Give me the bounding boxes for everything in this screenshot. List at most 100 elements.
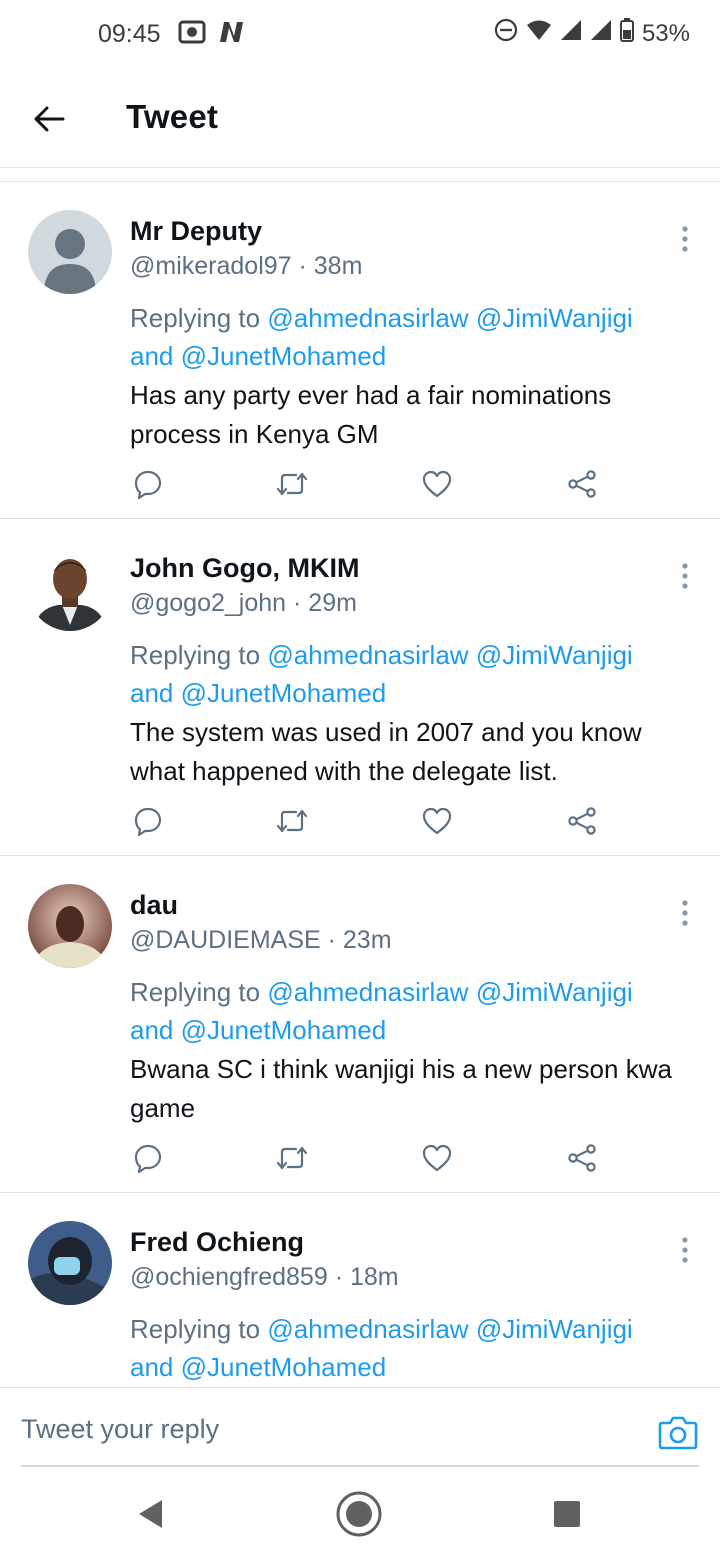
- status-bar: 09:45 53%: [0, 0, 720, 68]
- retweet-icon: [276, 809, 308, 833]
- share-icon: [568, 1144, 596, 1172]
- wifi-icon: [526, 19, 552, 48]
- signal-icon: [560, 19, 582, 48]
- more-vertical-icon: [682, 1237, 688, 1263]
- avatar[interactable]: [28, 1221, 112, 1305]
- tweet-actions: [130, 466, 610, 502]
- like-button[interactable]: [419, 803, 455, 839]
- battery-percent: 53%: [641, 19, 690, 47]
- mention-link[interactable]: @ahmednasirlaw: [267, 977, 468, 1007]
- tweet-item[interactable]: dau @DAUDIEMASE · 23m Replying to @ahmed…: [0, 856, 720, 1193]
- reply-icon: [134, 1144, 162, 1173]
- square-recents-icon: [554, 1501, 580, 1527]
- share-icon: [568, 470, 596, 498]
- and-label: and: [130, 678, 181, 708]
- replying-to: Replying to @ahmednasirlaw @JimiWanjigi a…: [130, 636, 700, 712]
- tweet-actions: [130, 1140, 610, 1176]
- signal-icon: [590, 19, 612, 48]
- reply-input[interactable]: Tweet your reply: [21, 1414, 219, 1445]
- author-name[interactable]: John Gogo, MKIM: [130, 553, 359, 584]
- author-name[interactable]: dau: [130, 890, 178, 921]
- mention-link[interactable]: @ahmednasirlaw: [267, 640, 468, 670]
- more-options-button[interactable]: [668, 224, 702, 254]
- app-header: Tweet: [0, 68, 720, 168]
- replying-label: Replying to: [130, 977, 268, 1007]
- more-vertical-icon: [682, 226, 688, 252]
- tweet-item[interactable]: Mr Deputy @mikeradol97 · 38m Replying to…: [0, 182, 720, 519]
- retweet-icon: [276, 472, 308, 496]
- nav-home-button[interactable]: [334, 1489, 384, 1539]
- photo-icon: [178, 20, 206, 49]
- author-handle: @ochiengfred859 · 18m: [130, 1263, 399, 1291]
- retweet-button[interactable]: [274, 1140, 310, 1176]
- camera-icon: [658, 1416, 698, 1450]
- mention-link[interactable]: @JimiWanjigi: [476, 303, 633, 333]
- more-vertical-icon: [682, 563, 688, 589]
- replying-label: Replying to: [130, 1314, 268, 1344]
- author-name[interactable]: Fred Ochieng: [130, 1227, 304, 1258]
- and-label: and: [130, 1015, 181, 1045]
- tweet-actions: [130, 803, 610, 839]
- share-icon: [568, 807, 596, 835]
- replying-to: Replying to @ahmednasirlaw @JimiWanjigi a…: [130, 1310, 700, 1386]
- share-button[interactable]: [564, 1140, 600, 1176]
- replying-to: Replying to @ahmednasirlaw @JimiWanjigi a…: [130, 973, 700, 1049]
- mention-link[interactable]: @ahmednasirlaw: [267, 1314, 468, 1344]
- heart-icon: [422, 1144, 452, 1172]
- status-time: 09:45: [98, 20, 161, 48]
- retweet-button[interactable]: [274, 466, 310, 502]
- retweet-button[interactable]: [274, 803, 310, 839]
- avatar[interactable]: [28, 547, 112, 631]
- mention-link[interactable]: @JunetMohamed: [181, 678, 387, 708]
- retweet-icon: [276, 1146, 308, 1170]
- triangle-back-icon: [139, 1500, 162, 1528]
- reply-button[interactable]: [130, 1140, 166, 1176]
- tweet-item[interactable]: Fred Ochieng @ochiengfred859 · 18m Reply…: [0, 1193, 720, 1387]
- nav-back-button[interactable]: [126, 1489, 176, 1539]
- share-button[interactable]: [564, 466, 600, 502]
- reply-button[interactable]: [130, 466, 166, 502]
- author-name[interactable]: Mr Deputy: [130, 216, 262, 247]
- mention-link[interactable]: @JunetMohamed: [181, 1015, 387, 1045]
- reply-button[interactable]: [130, 803, 166, 839]
- home-circle-icon: [336, 1491, 382, 1537]
- more-options-button[interactable]: [668, 561, 702, 591]
- author-handle: @gogo2_john · 29m: [130, 589, 357, 617]
- mention-link[interactable]: @JunetMohamed: [181, 341, 387, 371]
- tweet-item[interactable]: John Gogo, MKIM @gogo2_john · 29m Replyi…: [0, 519, 720, 856]
- like-button[interactable]: [419, 466, 455, 502]
- replying-label: Replying to: [130, 303, 268, 333]
- reply-feed[interactable]: Mr Deputy @mikeradol97 · 38m Replying to…: [0, 182, 720, 1387]
- n-app-icon: [216, 20, 246, 49]
- mention-link[interactable]: @JimiWanjigi: [476, 1314, 633, 1344]
- back-arrow-icon: [34, 106, 65, 132]
- dnd-icon: [494, 18, 518, 49]
- like-button[interactable]: [419, 1140, 455, 1176]
- author-handle: @DAUDIEMASE · 23m: [130, 926, 392, 954]
- mention-link[interactable]: @ahmednasirlaw: [267, 303, 468, 333]
- more-vertical-icon: [682, 900, 688, 926]
- tweet-text: The system was used in 2007 and you know…: [130, 717, 642, 786]
- heart-icon: [422, 807, 452, 835]
- more-options-button[interactable]: [668, 1235, 702, 1265]
- replying-label: Replying to: [130, 640, 268, 670]
- and-label: and: [130, 1352, 181, 1382]
- nav-recents-button[interactable]: [542, 1489, 592, 1539]
- back-button[interactable]: [26, 98, 72, 140]
- avatar[interactable]: [28, 884, 112, 968]
- replying-to: Replying to @ahmednasirlaw @JimiWanjigi a…: [130, 299, 700, 375]
- avatar[interactable]: [28, 210, 112, 294]
- status-right: 53%: [494, 18, 690, 49]
- mention-link[interactable]: @JunetMohamed: [181, 1352, 387, 1382]
- mention-link[interactable]: @JimiWanjigi: [476, 640, 633, 670]
- tweet-text: Has any party ever had a fair nomination…: [130, 380, 612, 449]
- system-nav-bar: [0, 1467, 720, 1560]
- mention-link[interactable]: @JimiWanjigi: [476, 977, 633, 1007]
- camera-button[interactable]: [658, 1414, 698, 1454]
- battery-icon: [619, 18, 634, 49]
- author-handle: @mikeradol97 · 38m: [130, 252, 363, 280]
- reply-composer: Tweet your reply: [0, 1387, 720, 1467]
- more-options-button[interactable]: [668, 898, 702, 928]
- reply-icon: [134, 470, 162, 499]
- share-button[interactable]: [564, 803, 600, 839]
